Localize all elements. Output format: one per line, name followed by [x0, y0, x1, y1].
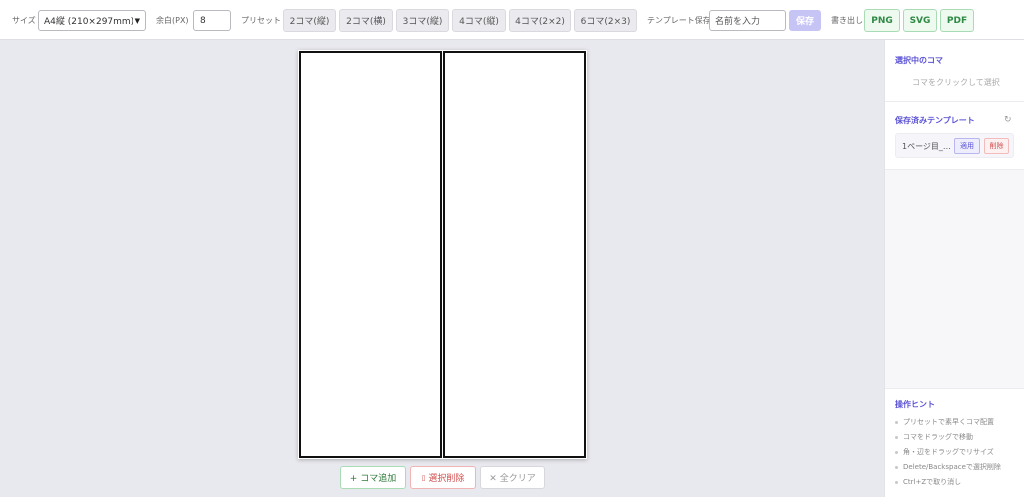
template-save-label: テンプレート保存 [647, 15, 711, 25]
preset-3-vertical-button[interactable]: 3コマ(縦) [396, 9, 449, 32]
preset-6-grid-button[interactable]: 6コマ(2×3) [574, 9, 637, 32]
size-label: サイズ [12, 15, 36, 25]
margin-input[interactable]: 8 [193, 10, 231, 31]
hint-text: プリセットで素早くコマ配置 [903, 418, 994, 426]
margin-label: 余白(PX) [156, 15, 189, 25]
preset-2-horizontal-button[interactable]: 2コマ(横) [339, 9, 393, 32]
bullet-icon [895, 465, 898, 469]
trash-icon: ▯ [421, 473, 426, 482]
manga-page-canvas[interactable] [298, 50, 587, 459]
clear-all-button[interactable]: ✕ 全クリア [480, 466, 545, 489]
hint-item: Delete/Backspaceで選択削除 [895, 462, 1001, 472]
refresh-icon[interactable]: ↻ [1004, 115, 1012, 125]
hints-section: 操作ヒント プリセットで素早くコマ配置 コマをドラッグで移動 角・辺をドラッグで… [885, 388, 1024, 497]
export-label: 書き出し [831, 15, 863, 25]
hint-text: 角・辺をドラッグでリサイズ [903, 448, 994, 456]
selected-panel-section: 選択中のコマ コマをクリックして選択 [885, 40, 1024, 102]
preset-4-vertical-button[interactable]: 4コマ(縦) [452, 9, 506, 32]
saved-templates-title: 保存済みテンプレート [895, 116, 975, 125]
hint-item: 角・辺をドラッグでリサイズ [895, 447, 994, 457]
template-item: 1ページ目_… 適用 削除 [895, 133, 1014, 158]
preset-4-grid-button[interactable]: 4コマ(2×2) [509, 9, 571, 32]
sidebar: 選択中のコマ コマをクリックして選択 保存済みテンプレート ↻ 1ページ目_… … [884, 40, 1024, 497]
apply-template-button[interactable]: 適用 [954, 138, 980, 154]
comic-panel-2[interactable] [443, 51, 586, 458]
bullet-icon [895, 435, 898, 439]
template-name: 1ページ目_… [902, 142, 950, 151]
hint-item: コマをドラッグで移動 [895, 432, 973, 442]
bullet-icon [895, 450, 898, 454]
hint-text: Delete/Backspaceで選択削除 [903, 463, 1001, 471]
preset-2-vertical-button[interactable]: 2コマ(縦) [283, 9, 336, 32]
toolbar: サイズ A4縦 (210×297mm) ▼ 余白(PX) 8 プリセット 2コマ… [0, 0, 1024, 40]
size-select[interactable]: A4縦 (210×297mm) ▼ [38, 10, 146, 31]
selected-panel-title: 選択中のコマ [895, 56, 943, 65]
delete-template-button[interactable]: 削除 [984, 138, 1009, 154]
hints-title: 操作ヒント [895, 400, 935, 409]
hint-item: プリセットで素早くコマ配置 [895, 417, 994, 427]
comic-panel-1[interactable] [299, 51, 442, 458]
delete-selected-button[interactable]: ▯ 選択削除 [410, 466, 476, 489]
selected-panel-empty-text: コマをクリックして選択 [912, 78, 1000, 87]
delete-selected-label: 選択削除 [428, 474, 465, 484]
bullet-icon [895, 480, 898, 484]
template-name-input[interactable]: 名前を入力 [709, 10, 786, 31]
hint-item: Ctrl+Zで取り消し [895, 477, 961, 487]
add-panel-button[interactable]: + コマ追加 [340, 466, 406, 489]
chevron-down-icon: ▼ [134, 16, 140, 25]
export-png-button[interactable]: PNG [864, 9, 900, 32]
preset-label: プリセット [241, 15, 281, 25]
size-select-value: A4縦 (210×297mm) [44, 17, 133, 27]
export-pdf-button[interactable]: PDF [940, 9, 974, 32]
hint-text: コマをドラッグで移動 [903, 433, 973, 441]
export-svg-button[interactable]: SVG [903, 9, 937, 32]
save-template-button[interactable]: 保存 [789, 10, 821, 31]
bullet-icon [895, 420, 898, 424]
hint-text: Ctrl+Zで取り消し [903, 478, 962, 486]
